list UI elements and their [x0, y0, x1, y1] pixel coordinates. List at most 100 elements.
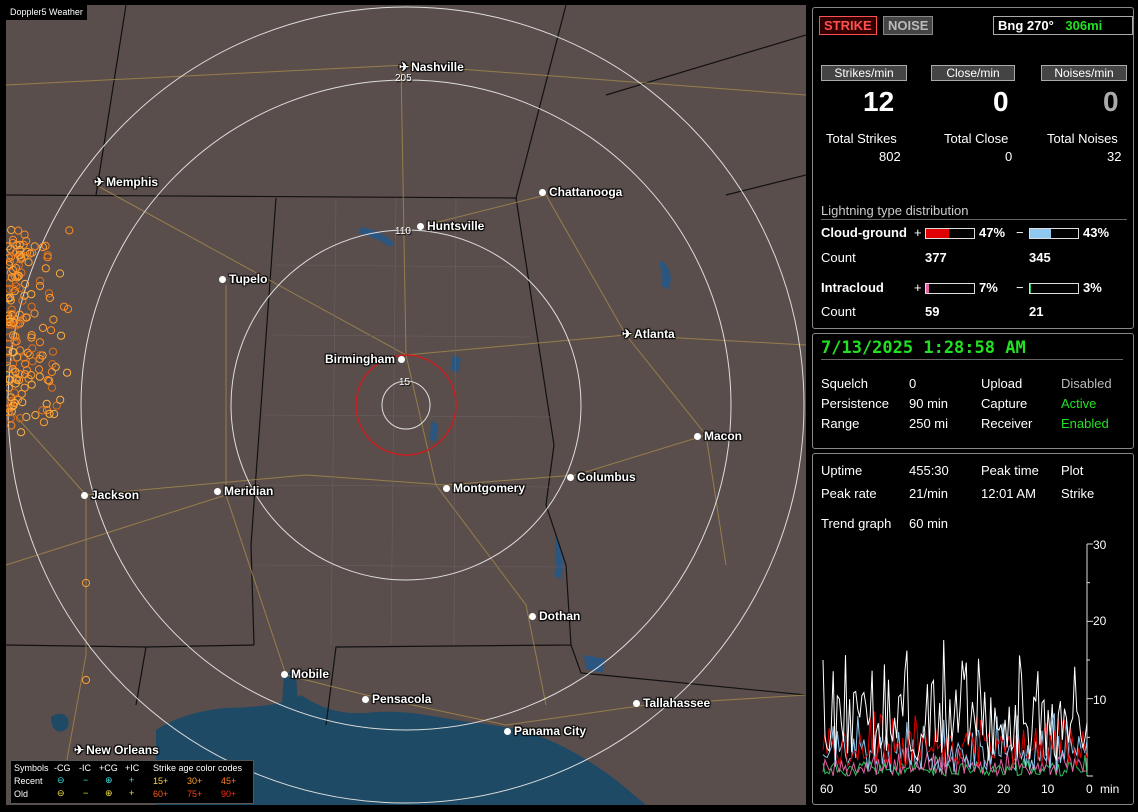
city-chattanooga: Chattanooga: [539, 185, 622, 199]
ic-pos-count: 59: [925, 304, 940, 319]
noise-button[interactable]: NOISE: [883, 16, 934, 35]
cg-neg-bar: [1029, 228, 1079, 239]
strike-marker: [31, 411, 40, 420]
strike-marker: [30, 309, 39, 318]
ic-count-label: Count: [821, 304, 856, 319]
city-dot-icon: [362, 696, 369, 704]
total-strikes-value: 802: [879, 149, 901, 164]
total-strikes-label: Total Strikes: [826, 131, 897, 146]
ring-label-15: 15: [399, 377, 411, 388]
x-unit: min: [1100, 782, 1120, 796]
cg-plus-sign: +: [914, 225, 922, 240]
lightning-map[interactable]: 205 110 15 ✈ Nashville ✈ Memphis Chattanoo…: [6, 5, 806, 805]
neg-cg-old-icon: ⊖: [57, 788, 65, 798]
strike-marker: [7, 252, 16, 261]
ring-label-205: 205: [395, 73, 412, 84]
strike-marker: [47, 367, 57, 377]
divider: [821, 359, 1123, 360]
lake-blue-1: [358, 227, 394, 247]
strikes-per-min-header: Strikes/min: [821, 65, 907, 81]
range-value: 250 mi: [909, 416, 949, 431]
strike-marker: [28, 344, 37, 353]
cg-minus-sign: −: [1016, 225, 1024, 240]
legend-symbols-label: Symbols: [14, 763, 49, 773]
strike-marker: [41, 264, 50, 273]
strike-marker: [16, 428, 26, 437]
y-tick-20: 20: [1093, 614, 1107, 628]
city-tupelo: Tupelo: [219, 272, 267, 286]
legend-recent-label: Recent: [14, 776, 43, 786]
ic-plus-sign: +: [914, 280, 922, 295]
strike-marker: [48, 347, 58, 356]
city-dot-icon: [567, 474, 574, 482]
distribution-title: Lightning type distribution: [821, 203, 969, 218]
x-tick-50: 50: [864, 782, 878, 796]
strike-marker: [38, 406, 47, 415]
strike-marker: [39, 418, 49, 427]
strike-marker: [45, 293, 55, 302]
close-per-min-header: Close/min: [931, 65, 1015, 81]
city-new-orleans: ✈ New Orleans: [74, 743, 159, 757]
strikes-per-min-value: 12: [863, 86, 895, 117]
city-panama-city: Panama City: [504, 724, 586, 738]
city-dot-icon: [443, 485, 450, 493]
ic-pos-bar: [925, 283, 975, 294]
cg-neg-pct: 43%: [1083, 225, 1110, 240]
strike-marker: [38, 323, 48, 332]
squelch-label: Squelch: [821, 376, 868, 391]
x-tick-10: 10: [1041, 782, 1055, 796]
strike-marker: [24, 258, 33, 267]
age-30: 30+: [187, 776, 203, 786]
strike-marker: [41, 241, 50, 250]
strike-marker: [57, 331, 66, 340]
airport-icon: ✈: [74, 743, 85, 757]
legend-age-title: Strike age color codes: [153, 763, 243, 773]
y-tick-30: 30: [1093, 538, 1107, 552]
ic-neg-count: 21: [1029, 304, 1044, 319]
city-dothan: Dothan: [529, 609, 580, 623]
strike-marker: [47, 383, 57, 392]
pos-cg-old-icon: ⊕: [105, 788, 113, 798]
trend-chart: [822, 543, 1093, 778]
city-dot-icon: [281, 671, 288, 679]
city-dot-icon: [417, 223, 424, 231]
close-per-min-value: 0: [993, 86, 1009, 117]
x-tick-40: 40: [908, 782, 922, 796]
city-dot-icon: [633, 700, 640, 708]
city-nashville: ✈ Nashville: [399, 60, 464, 74]
city-montgomery: Montgomery: [443, 481, 525, 495]
highways: [6, 64, 806, 766]
city-macon: Macon: [694, 429, 742, 443]
age-60: 60+: [153, 789, 169, 799]
legend-col-neg-ic: -IC: [79, 763, 91, 773]
strike-marker: [65, 226, 74, 235]
neg-ic-old-icon: −: [83, 788, 89, 798]
city-dot-icon: [398, 356, 406, 364]
bearing-readout: Bng 270° 306mi: [993, 16, 1133, 35]
total-noises-label: Total Noises: [1047, 131, 1118, 146]
strike-marker: [46, 326, 56, 335]
strike-marker: [49, 315, 58, 324]
total-close-label: Total Close: [944, 131, 1009, 146]
cg-pos-pct: 47%: [979, 225, 1006, 240]
city-dot-icon: [219, 276, 226, 284]
ic-label: Intracloud: [821, 280, 884, 295]
cg-label: Cloud-ground: [821, 225, 907, 240]
cg-count-label: Count: [821, 250, 856, 265]
strike-marker: [35, 372, 44, 381]
city-atlanta: ✈ Atlanta: [622, 327, 675, 341]
city-mobile: Mobile: [281, 667, 329, 681]
datetime-readout: 7/13/2025 1:28:58 AM: [821, 338, 1026, 358]
strike-marker: [63, 368, 72, 377]
age-75: 75+: [187, 789, 203, 799]
lake-blue-4: [430, 420, 438, 443]
strike-button[interactable]: STRIKE: [819, 16, 877, 35]
bearing-value: Bng 270°: [998, 18, 1054, 33]
airport-icon: ✈: [622, 327, 633, 341]
x-tick-0: 0: [1086, 782, 1093, 796]
persistence-value: 90 min: [909, 396, 949, 411]
lake-blue-2: [660, 260, 671, 290]
strike-marker: [7, 225, 16, 235]
ic-neg-bar: [1029, 283, 1079, 294]
upload-label: Upload: [981, 376, 1023, 391]
